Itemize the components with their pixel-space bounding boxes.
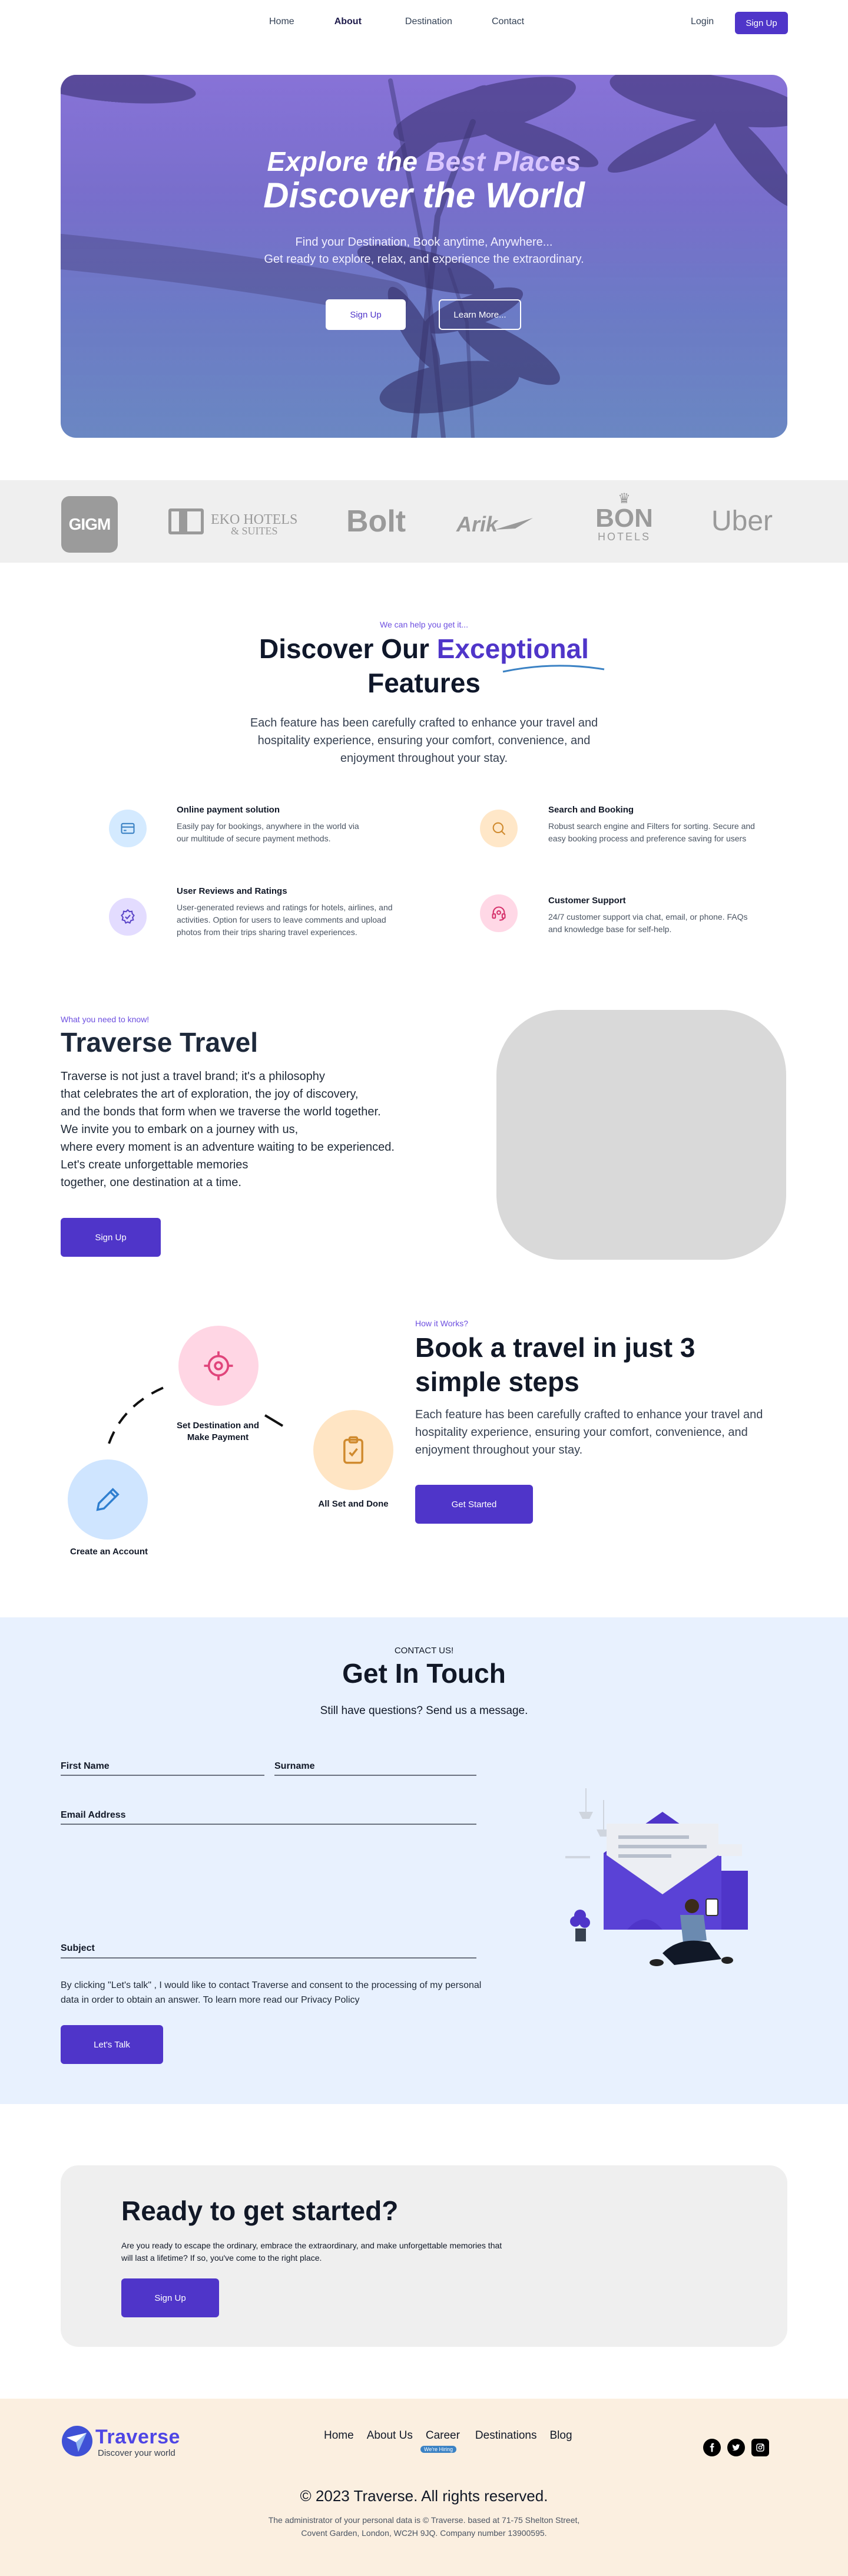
get-started-button[interactable]: Get Started bbox=[415, 1485, 533, 1524]
footer-about-link[interactable]: About Us bbox=[367, 2429, 413, 2442]
pencil-icon bbox=[68, 1459, 148, 1540]
mail-illustration bbox=[565, 1788, 748, 1966]
nav-about-link[interactable]: About bbox=[334, 16, 362, 27]
hero-signup-button[interactable]: Sign Up bbox=[326, 299, 406, 330]
clipboard-check-icon bbox=[313, 1410, 393, 1490]
surname-field[interactable] bbox=[274, 1772, 476, 1786]
footer-home-link[interactable]: Home bbox=[324, 2429, 354, 2442]
hero-learn-more-button[interactable]: Learn More... bbox=[439, 299, 521, 330]
bon-hotels-logo: ♛ BON HOTELS bbox=[595, 491, 653, 543]
nav-contact-link[interactable]: Contact bbox=[492, 16, 524, 27]
footer-career-link[interactable]: Career bbox=[426, 2429, 460, 2442]
site-footer: Traverse Discover your world Home About … bbox=[0, 2399, 848, 2576]
underline-swoosh bbox=[502, 665, 605, 673]
email-field[interactable] bbox=[61, 1821, 476, 1835]
lets-talk-button[interactable]: Let's Talk bbox=[61, 2025, 163, 2064]
twitter-icon[interactable] bbox=[727, 2439, 745, 2456]
eko-hotels-logo: EKO HOTELS & SUITES bbox=[168, 504, 298, 539]
headset-icon bbox=[480, 894, 518, 932]
brand-tagline: Discover your world bbox=[98, 2448, 175, 2458]
subject-label: Subject bbox=[61, 1943, 95, 1953]
footer-blog-link[interactable]: Blog bbox=[549, 2429, 572, 2442]
features-pretitle: We can help you get it... bbox=[380, 620, 468, 629]
about-signup-button[interactable]: Sign Up bbox=[61, 1218, 161, 1257]
contact-pretitle: CONTACT US! bbox=[394, 1646, 454, 1656]
verified-badge-icon bbox=[109, 898, 147, 936]
subject-field[interactable] bbox=[61, 1954, 476, 1968]
hero-headline-2: Discover the World bbox=[263, 176, 585, 215]
email-label: Email Address bbox=[61, 1810, 126, 1820]
brand-name: Traverse bbox=[95, 2426, 180, 2448]
surname-label: Surname bbox=[274, 1761, 315, 1771]
target-icon bbox=[178, 1326, 259, 1406]
steps-pretitle: How it Works? bbox=[415, 1319, 468, 1328]
about-pretitle: What you need to know! bbox=[61, 1015, 150, 1024]
first-name-field[interactable] bbox=[61, 1772, 264, 1786]
hero-headline-1: Explore the Best Places bbox=[267, 146, 581, 177]
instagram-icon[interactable] bbox=[751, 2439, 769, 2456]
credit-card-icon bbox=[109, 810, 147, 847]
search-icon bbox=[480, 810, 518, 847]
top-navbar: Home About Destination Contact Login Sig… bbox=[0, 0, 848, 47]
partner-logos: GIGM EKO HOTELS & SUITES Bolt Arik ♛ BON… bbox=[0, 480, 848, 563]
about-title: Traverse Travel bbox=[61, 1027, 259, 1058]
about-image-placeholder bbox=[496, 1010, 786, 1260]
features-description: Each feature has been carefully crafted … bbox=[250, 716, 598, 765]
features-title: Discover Our Exceptional Features bbox=[259, 633, 589, 698]
traverse-logo-icon bbox=[62, 2426, 92, 2456]
contact-section: CONTACT US! Get In Touch Still have ques… bbox=[0, 1617, 848, 2104]
facebook-icon[interactable] bbox=[703, 2439, 721, 2456]
cta-title: Ready to get started? bbox=[121, 2195, 399, 2226]
copyright-text: © 2023 Traverse. All rights reserved. bbox=[300, 2487, 548, 2505]
nav-home-link[interactable]: Home bbox=[269, 16, 294, 27]
cta-card: Ready to get started? Are you ready to e… bbox=[61, 2165, 787, 2347]
privacy-consent-text: By clicking "Let's talk" , I would like … bbox=[61, 1980, 482, 2005]
hiring-badge: We're Hiring bbox=[420, 2446, 457, 2453]
nav-links: Home About Destination Contact bbox=[269, 16, 524, 27]
about-body: Traverse is not just a travel brand; it'… bbox=[61, 1070, 395, 1189]
uber-logo: Uber bbox=[711, 506, 773, 537]
gigm-logo: GIGM bbox=[61, 496, 118, 553]
footer-links: Home About Us Career Destinations Blog bbox=[324, 2429, 572, 2442]
bolt-logo: Bolt bbox=[346, 504, 406, 539]
steps-description: Each feature has been carefully crafted … bbox=[415, 1408, 763, 1457]
hero-accent-text: Best Places bbox=[425, 146, 581, 177]
nav-destination-link[interactable]: Destination bbox=[405, 16, 452, 27]
login-link[interactable]: Login bbox=[691, 16, 714, 27]
arik-logo: Arik bbox=[456, 508, 539, 538]
first-name-label: First Name bbox=[61, 1761, 110, 1771]
cta-signup-button[interactable]: Sign Up bbox=[121, 2278, 219, 2317]
contact-subtitle: Still have questions? Send us a message. bbox=[320, 1705, 528, 1717]
footer-destinations-link[interactable]: Destinations bbox=[475, 2429, 537, 2442]
contact-title: Get In Touch bbox=[342, 1658, 506, 1689]
hero-subtitle: Find your Destination, Book anytime, Any… bbox=[264, 236, 584, 266]
steps-title: Book a travel in just 3 simple steps bbox=[415, 1332, 695, 1397]
hero-banner: Explore the Best Places Discover the Wor… bbox=[61, 75, 787, 438]
legal-notice: The administrator of your personal data … bbox=[268, 2515, 580, 2538]
cta-description: Are you ready to escape the ordinary, em… bbox=[121, 2241, 502, 2263]
nav-signup-button[interactable]: Sign Up bbox=[735, 12, 788, 34]
